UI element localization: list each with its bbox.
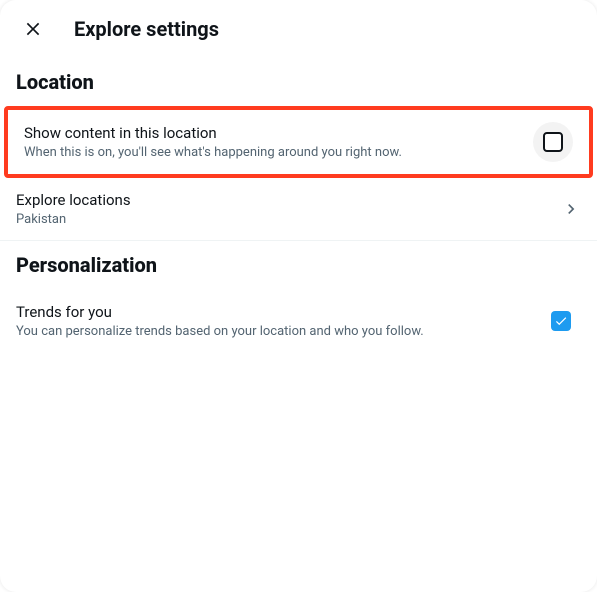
explore-locations-row[interactable]: Explore locations Pakistan (0, 178, 597, 240)
section-heading-personalization: Personalization (0, 241, 597, 289)
setting-label: Explore locations (16, 190, 549, 210)
setting-text: Show content in this location When this … (24, 123, 521, 161)
trends-for-you-row: Trends for you You can personalize trend… (0, 289, 597, 353)
setting-desc: When this is on, you'll see what's happe… (24, 145, 521, 161)
setting-desc: You can personalize trends based on your… (16, 324, 529, 340)
explore-settings-panel: Explore settings Location Show content i… (0, 0, 597, 592)
close-icon (23, 19, 43, 39)
header: Explore settings (0, 0, 597, 58)
trends-checkbox[interactable] (551, 311, 571, 331)
page-title: Explore settings (74, 17, 219, 41)
checkbox-wrap (541, 301, 581, 341)
highlight-annotation: Show content in this location When this … (4, 106, 593, 178)
chevron-right-icon (561, 199, 581, 219)
setting-label: Trends for you (16, 302, 529, 322)
show-content-location-row: Show content in this location When this … (8, 110, 589, 174)
setting-label: Show content in this location (24, 123, 521, 143)
show-content-checkbox[interactable] (543, 132, 563, 152)
setting-value: Pakistan (16, 212, 549, 228)
checkbox-wrap (533, 122, 573, 162)
section-heading-location: Location (0, 58, 597, 106)
setting-text: Trends for you You can personalize trend… (16, 302, 529, 340)
check-icon (554, 314, 568, 328)
setting-text: Explore locations Pakistan (16, 190, 549, 228)
close-button[interactable] (16, 12, 50, 46)
